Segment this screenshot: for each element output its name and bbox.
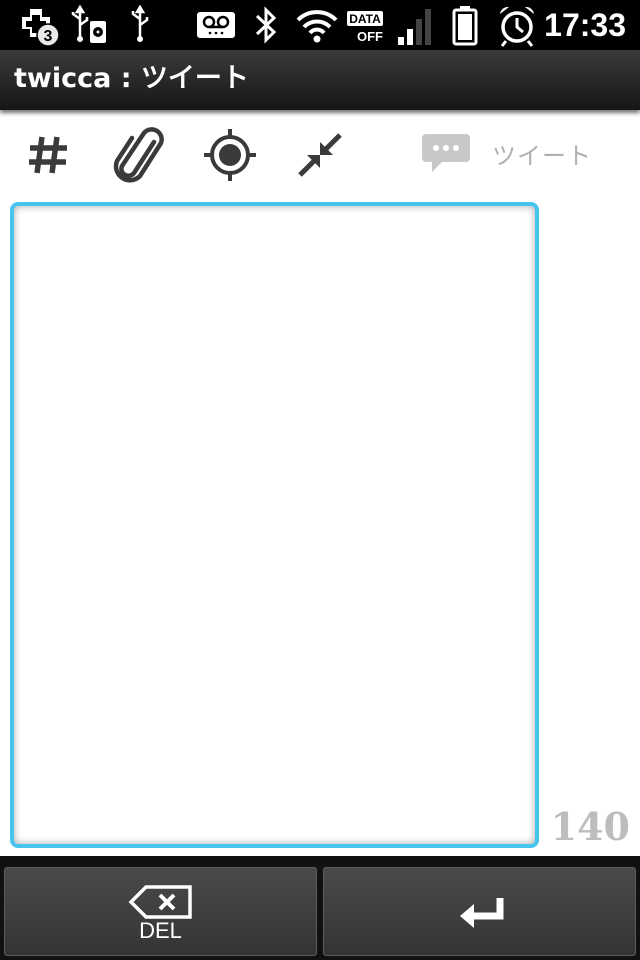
enter-icon — [460, 898, 504, 928]
usb-storage-icon — [68, 0, 112, 50]
speech-bubble-icon — [422, 134, 470, 172]
signal-icon — [394, 0, 436, 50]
shorten-button[interactable] — [285, 122, 355, 188]
usb-icon — [118, 0, 162, 50]
battery-icon — [450, 0, 480, 50]
app-title: twicca : ツイート — [14, 63, 249, 94]
notification-count: 3 — [44, 28, 53, 45]
hashtag-icon — [29, 136, 67, 174]
alarm-icon — [496, 0, 538, 50]
clock: 17:33 — [544, 7, 626, 43]
enter-key[interactable] — [323, 867, 636, 956]
shrink-icon — [298, 133, 342, 177]
title-bar: twicca : ツイート — [0, 50, 640, 110]
backspace-icon — [128, 885, 192, 919]
hashtag-button[interactable] — [13, 122, 83, 188]
keyboard-bar: DEL — [0, 856, 640, 960]
notification-plus-icon: 3 — [20, 0, 64, 50]
data-label: DATA — [349, 12, 381, 26]
tweet-button[interactable]: ツイート — [420, 120, 620, 186]
location-icon — [204, 129, 256, 181]
status-bar: 3 DATA OFF 17:33 — [0, 0, 640, 50]
attach-button[interactable] — [105, 122, 175, 188]
wifi-icon — [294, 0, 340, 50]
location-button[interactable] — [195, 122, 265, 188]
delete-key[interactable]: DEL — [4, 867, 317, 956]
bluetooth-icon — [248, 0, 284, 50]
character-counter: 140 — [550, 804, 630, 849]
voicemail-icon — [194, 0, 238, 50]
off-label: OFF — [357, 29, 383, 44]
tweet-text-area[interactable] — [10, 202, 539, 848]
paperclip-icon — [113, 127, 164, 183]
data-off-icon: DATA OFF — [346, 0, 386, 50]
del-label: DEL — [139, 918, 182, 943]
tweet-label: ツイート — [492, 141, 592, 170]
